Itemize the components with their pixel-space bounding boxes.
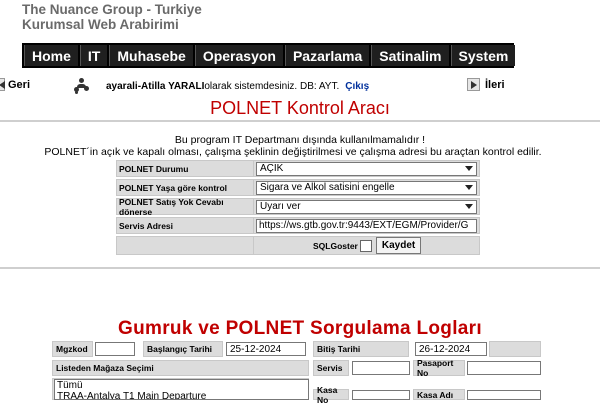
user-status: ayarali-Atilla YARALI olarak sistemdesin… [74, 78, 369, 94]
no-reply-select-value: Uyarı ver [260, 201, 301, 212]
chevron-down-icon [465, 166, 473, 171]
back-button[interactable]: Geri [0, 78, 30, 91]
nav-operasyon[interactable]: Operasyon [194, 45, 283, 66]
kasa-no-label: Kasa No [313, 385, 349, 405]
start-date-label: Başlangıç Tarihi [143, 341, 223, 357]
sqlgoster-label: SQLGoster [313, 240, 358, 251]
status-select[interactable]: AÇIK [256, 161, 477, 176]
store-option[interactable]: TRAA-Antalya T1 Main Departure [57, 391, 308, 399]
nav-system[interactable]: System [450, 45, 516, 66]
passport-input[interactable] [467, 361, 541, 375]
end-date-input[interactable]: 26-12-2024 [415, 342, 487, 356]
start-date-input[interactable]: 25-12-2024 [226, 342, 306, 356]
kasa-no-input[interactable] [352, 390, 410, 400]
logout-link[interactable]: Çıkış [345, 81, 369, 92]
kasa-adi-label: Kasa Adı [413, 389, 465, 400]
brand-line-2: Kurumsal Web Arabirimi [22, 17, 179, 32]
age-control-label: POLNET Yaşa göre kontrol [116, 179, 254, 196]
status-label: POLNET Durumu [116, 160, 254, 177]
login-status-text: olarak sistemdesiniz. DB: AYT. [204, 80, 340, 92]
main-nav: Home IT Muhasebe Operasyon Pazarlama Sat… [22, 43, 516, 68]
empty-cell [116, 236, 254, 255]
nav-home[interactable]: Home [24, 45, 78, 66]
nav-it[interactable]: IT [79, 45, 108, 66]
nav-muhasebe[interactable]: Muhasebe [109, 45, 193, 66]
info-line-2: POLNET´in açık ve kapalı olması, çalışma… [44, 146, 542, 158]
info-line-1: Bu program IT Departmanı dışında kullanı… [174, 134, 426, 146]
forward-arrow-icon [467, 78, 480, 91]
kasa-adi-input[interactable] [467, 390, 541, 400]
no-reply-label: POLNET Satış Yok Cevabı dönerse [116, 197, 254, 217]
chevron-down-icon [465, 185, 473, 190]
divider [0, 267, 600, 269]
brand-title: The Nuance Group - Turkiye Kurumsal Web … [22, 2, 202, 32]
mgzkod-label: Mgzkod [52, 341, 93, 357]
save-button[interactable]: Kaydet [375, 237, 422, 254]
age-control-select-value: Sigara ve Alkol satisini engelle [260, 182, 395, 193]
status-select-value: AÇIK [260, 163, 284, 174]
store-listbox[interactable]: Tümü TRAA-Antalya T1 Main Departure [54, 379, 309, 400]
divider [0, 120, 600, 122]
user-name: ayarali-Atilla YARALI [106, 80, 205, 92]
back-arrow-icon [0, 78, 5, 91]
servis-label: Servis [313, 360, 349, 376]
polnet-control-form: POLNET Durumu AÇIK POLNET Yaşa göre kont… [116, 160, 480, 255]
service-address-input[interactable]: https://ws.gtb.gov.tr:9443/EXT/EGM/Provi… [256, 218, 477, 233]
users-icon [74, 78, 92, 94]
nav-satinalim[interactable]: Satinalim [371, 45, 449, 66]
logs-title: Gumruk ve POLNET Sorgulama Logları [118, 318, 482, 339]
servis-input[interactable] [352, 361, 410, 375]
sqlgoster-checkbox[interactable] [359, 239, 372, 252]
store-option[interactable]: Tümü [57, 380, 308, 391]
service-address-label: Servis Adresi [116, 217, 254, 234]
nav-pazarlama[interactable]: Pazarlama [284, 45, 370, 66]
end-date-label: Bitiş Tarihi [313, 341, 409, 357]
mgzkod-input[interactable] [95, 342, 135, 356]
chevron-down-icon [465, 204, 473, 209]
age-control-select[interactable]: Sigara ve Alkol satisini engelle [256, 180, 477, 195]
no-reply-select[interactable]: Uyarı ver [256, 199, 477, 214]
forward-button[interactable]: İleri [467, 78, 505, 91]
brand-line-1: The Nuance Group - Turkiye [22, 2, 202, 17]
filler-cell [489, 341, 541, 357]
store-select-label: Listeden Mağaza Seçimi [52, 360, 309, 376]
page-title: POLNET Kontrol Aracı [210, 98, 390, 118]
forward-label: İleri [485, 78, 505, 91]
passport-label: Pasaport No [413, 358, 465, 378]
back-label: Geri [8, 78, 31, 91]
